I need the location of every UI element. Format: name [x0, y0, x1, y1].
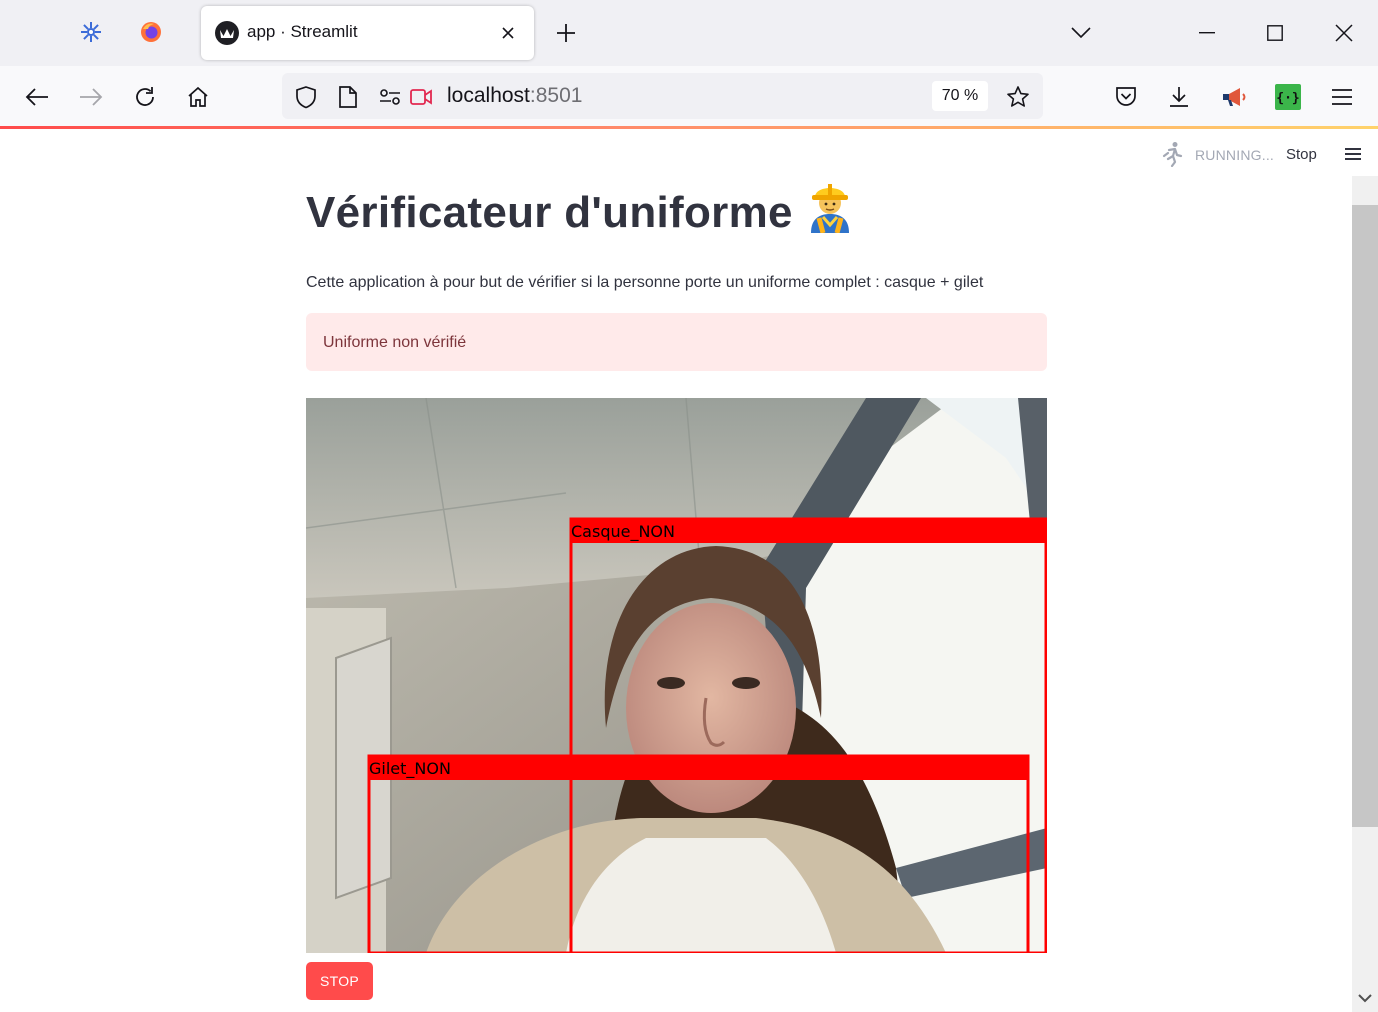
url-bar[interactable]: localhost:8501 70 %: [282, 73, 1043, 119]
webcam-video-feed: Casque_NON Gilet_NON: [306, 398, 1047, 953]
pocket-icon: [1116, 87, 1136, 106]
forward-arrow-icon: [80, 88, 103, 106]
app-description: Cette application à pour but de vérifier…: [306, 274, 984, 291]
scroll-down-arrow-icon[interactable]: [1356, 989, 1374, 1007]
url-text[interactable]: localhost:8501: [447, 84, 582, 108]
page-title-text: Vérificateur d'uniforme: [306, 188, 793, 237]
maximize-icon: [1267, 25, 1283, 41]
permissions-icon[interactable]: [377, 84, 403, 110]
streamlit-page: RUNNING... Stop Vérificateur d'uniforme …: [0, 129, 1378, 1012]
new-tab-button[interactable]: [552, 19, 580, 47]
webcam-frame: Casque_NON Gilet_NON: [306, 398, 1047, 953]
detection-label-vest: Gilet_NON: [369, 759, 451, 779]
minimize-icon: [1199, 32, 1215, 34]
running-status: RUNNING...: [1195, 147, 1274, 163]
page-icon[interactable]: [335, 84, 361, 110]
close-window-button[interactable]: [1329, 18, 1359, 48]
chevron-down-icon: [1071, 27, 1091, 39]
back-arrow-icon: [25, 88, 48, 106]
hamburger-menu-icon: [1345, 148, 1361, 160]
app-menu-button[interactable]: [1327, 82, 1357, 112]
minimize-window-button[interactable]: [1192, 18, 1222, 48]
detection-label-bg-vest: [369, 756, 1029, 780]
alert-message: Uniforme non vérifié: [323, 334, 467, 351]
stop-run-button[interactable]: Stop: [1286, 146, 1317, 163]
gear-flower-icon: [81, 22, 101, 42]
url-port: :8501: [529, 84, 583, 107]
streamlit-main-menu[interactable]: [1340, 143, 1366, 165]
home-button[interactable]: [183, 82, 213, 112]
pocket-button[interactable]: [1111, 82, 1141, 112]
construction-worker-emoji-icon: [805, 179, 855, 244]
reload-icon: [136, 87, 154, 106]
error-alert: Uniforme non vérifié: [306, 313, 1047, 371]
svg-text:{·}: {·}: [1276, 91, 1299, 106]
streamlit-header: RUNNING... Stop: [0, 129, 1361, 177]
stop-stream-button[interactable]: STOP: [306, 962, 373, 1000]
downloads-button[interactable]: [1164, 82, 1194, 112]
extension-megaphone-button[interactable]: [1219, 82, 1249, 112]
page-title: Vérificateur d'uniforme: [306, 179, 855, 244]
megaphone-icon: [1223, 88, 1246, 106]
tab-title: app · Streamlit: [247, 22, 358, 41]
close-icon: [1335, 24, 1353, 42]
extension-json-button[interactable]: {·}: [1273, 82, 1303, 112]
maximize-window-button[interactable]: [1260, 18, 1290, 48]
home-icon: [188, 86, 208, 107]
streamlit-crown-icon: [215, 21, 239, 45]
zoom-reset-button[interactable]: 70 %: [932, 81, 988, 111]
bookmark-star-icon[interactable]: [1004, 83, 1032, 111]
plus-icon: [557, 24, 575, 42]
url-host: localhost: [447, 84, 530, 107]
tab-bar: app · Streamlit: [0, 0, 1378, 66]
active-tab[interactable]: app · Streamlit: [201, 6, 534, 60]
running-man-icon: [1160, 141, 1186, 167]
download-icon: [1170, 87, 1188, 107]
reload-button[interactable]: [130, 82, 160, 112]
close-tab-icon[interactable]: [496, 21, 520, 45]
forward-button[interactable]: [76, 82, 106, 112]
detection-label-helmet: Casque_NON: [571, 522, 675, 542]
camera-sharing-icon[interactable]: [408, 84, 434, 110]
pinned-tab-gear[interactable]: [75, 16, 107, 48]
hamburger-menu-icon: [1332, 89, 1352, 105]
tracking-shield-icon[interactable]: [293, 84, 319, 110]
navigation-toolbar: localhost:8501 70 % {·}: [0, 66, 1378, 126]
list-all-tabs-button[interactable]: [1066, 18, 1096, 48]
back-button[interactable]: [22, 82, 52, 112]
json-extension-icon: {·}: [1275, 84, 1301, 110]
pinned-tab-firefox[interactable]: [135, 16, 167, 48]
firefox-icon: [141, 22, 161, 42]
scrollbar-thumb[interactable]: [1352, 205, 1378, 827]
